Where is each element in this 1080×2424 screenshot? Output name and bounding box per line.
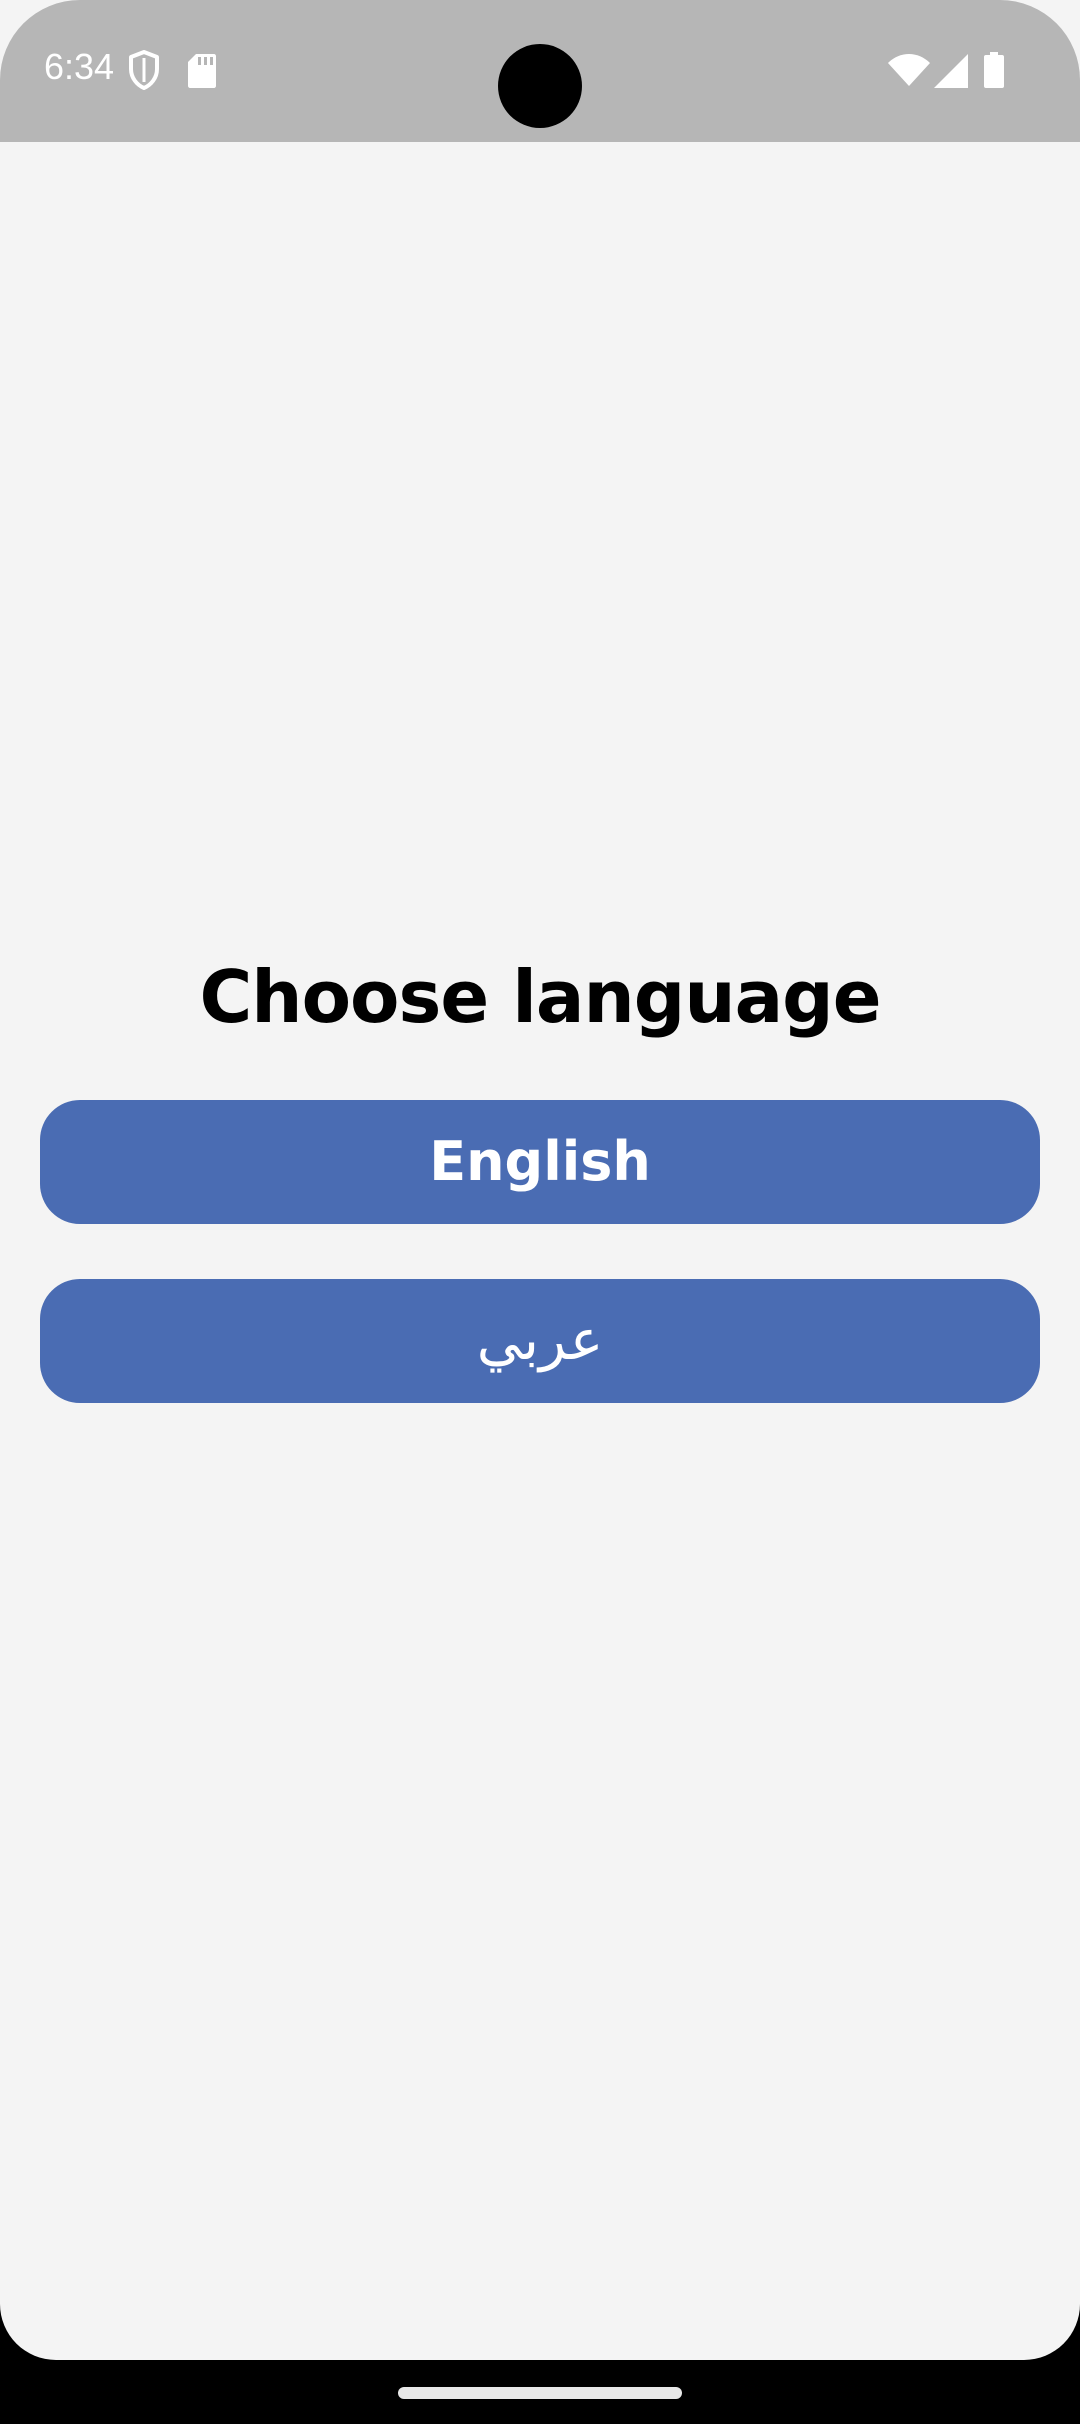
shield-icon [129, 50, 159, 90]
status-time: 6:34 [44, 46, 115, 87]
english-language-button[interactable]: English [40, 1100, 1040, 1224]
page-title: Choose language [199, 955, 881, 1039]
status-bar: 6:34 [0, 0, 1080, 142]
arabic-language-button[interactable]: عربي [40, 1279, 1040, 1403]
home-indicator[interactable] [398, 2387, 682, 2399]
front-camera [498, 44, 582, 128]
battery-icon [984, 52, 1004, 88]
cellular-signal-icon [934, 54, 968, 88]
wifi-icon [888, 54, 930, 86]
app-screen: 6:34 Choose language English عربي [0, 0, 1080, 2360]
sd-card-icon [188, 54, 216, 88]
